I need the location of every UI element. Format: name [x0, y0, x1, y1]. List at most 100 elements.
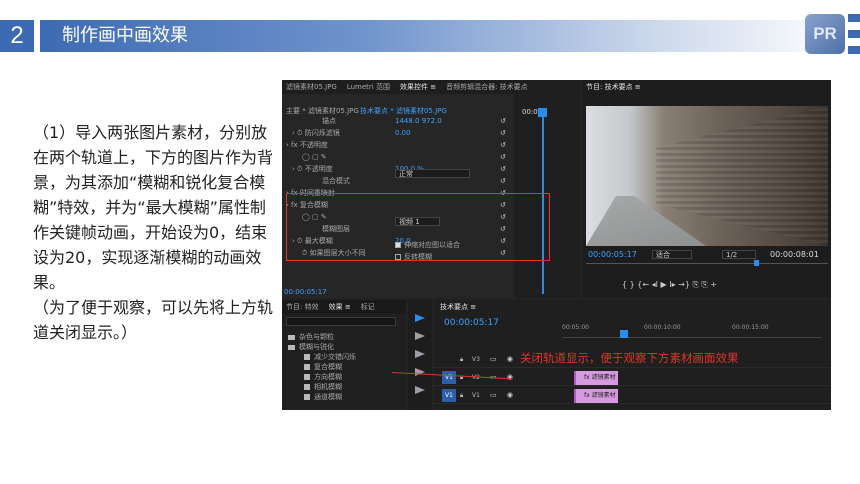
ec-footer-time: 00:00:05:17 [284, 288, 327, 296]
annotation-text: 关闭轨道显示，便于观察下方素材画面效果 [520, 351, 739, 365]
effect-controls-tabs: 滤镜素材05.JPG Lumetri 范围 效果控件 ≡ 音频剪辑混合器: 技术… [282, 80, 580, 94]
ec-sequence-clip[interactable]: 技术要点 * 滤镜素材05.JPG [360, 106, 447, 116]
program-duration: 00:00:08:01 [770, 250, 819, 259]
tab-effects[interactable]: 效果 ≡ [329, 302, 351, 312]
description-text: （1）导入两张图片素材，分别放在两个轨道上，下方的图片作为背景，为其添加“模糊和… [33, 120, 273, 345]
program-scale-dropdown[interactable]: 1/2 [722, 250, 756, 259]
tab-audio-mixer[interactable]: 音频剪辑混合器: 技术要点 [446, 82, 528, 92]
folder-icon [288, 334, 295, 340]
ec-row[interactable]: ◯ ▢ ✎ ↺ [282, 152, 512, 162]
track-name: V3 [472, 356, 480, 363]
playback-controls[interactable]: { } {← ◂I ▶ I▸ →} ⎘ ⎘ + [622, 280, 717, 290]
ec-row[interactable]: 锚点 1448.0 972.0 ↺ [282, 116, 512, 126]
effects-panel-tabs: 节目: 特效 效果 ≡ 标记 [282, 300, 406, 314]
reset-icon[interactable]: ↺ [500, 117, 506, 125]
effects-item[interactable]: 相机模糊 [304, 382, 342, 392]
reset-icon[interactable]: ↺ [500, 153, 506, 161]
ruler-mark: 00:00:10:00 [644, 324, 681, 331]
program-playhead[interactable] [754, 260, 759, 266]
effects-item-label: 方向模糊 [314, 373, 342, 381]
effects-item-label: 减少交错闪烁 [314, 353, 356, 361]
ec-row-label: › fx 不透明度 [286, 141, 328, 149]
tab-lumetri[interactable]: Lumetri 范围 [347, 82, 390, 92]
premiere-screenshot: 滤镜素材05.JPG Lumetri 范围 效果控件 ≡ 音频剪辑混合器: 技术… [282, 80, 831, 410]
lock-icon[interactable]: 🔒︎ [460, 356, 463, 364]
reset-icon[interactable]: ↺ [500, 177, 506, 185]
ec-header: 主要 * 滤镜素材05.JPG 技术要点 * 滤镜素材05.JPG [282, 106, 512, 116]
effects-item-label: 复合模糊 [314, 363, 342, 371]
ec-row[interactable]: › ⏱ 防闪烁滤镜 0.00 ↺ [282, 128, 512, 138]
effects-item-label: 模糊与锐化 [299, 343, 334, 351]
effects-item-label: 通道模糊 [314, 393, 342, 401]
track-toggle-icons[interactable]: ▭ ◉ [490, 391, 517, 399]
source-patch[interactable]: V1 [442, 389, 456, 402]
ruler-mark: 00:05:00 [562, 324, 589, 331]
program-current-time[interactable]: 00:00:05:17 [588, 250, 637, 259]
timeline-clip[interactable]: fx 滤镜素材05.JPG [574, 371, 618, 395]
source-patch[interactable]: V1 [442, 371, 456, 384]
effect-icon [304, 374, 310, 380]
premiere-logo: PR [805, 14, 845, 54]
effects-folder[interactable]: 杂色与颗粒 [288, 332, 334, 342]
program-monitor: 节目: 技术要点 ≡ 00:00:05:17 适合 1/2 00:00:08:0… [582, 80, 831, 298]
ec-row-value[interactable]: 0.00 [395, 129, 411, 137]
effect-icon [304, 364, 310, 370]
effect-icon [304, 354, 310, 360]
tab-source[interactable]: 滤镜素材05.JPG [286, 82, 337, 92]
program-fit-dropdown[interactable]: 适合 [652, 250, 692, 259]
description-paragraph-1: （1）导入两张图片素材，分别放在两个轨道上，下方的图片作为背景，为其添加“模糊和… [33, 123, 274, 292]
program-video-frame [586, 106, 828, 246]
lock-icon[interactable]: 🔒︎ [460, 392, 463, 400]
slide-number: 2 [0, 20, 34, 52]
blend-mode-dropdown[interactable]: 正常 [395, 169, 470, 178]
tools-panel [408, 300, 432, 410]
ec-row-value[interactable]: 1448.0 972.0 [395, 117, 442, 125]
ec-row-label: 锚点 [322, 117, 336, 125]
folder-icon [288, 344, 295, 350]
selection-tool-icon[interactable] [415, 314, 425, 322]
track-select-tool-icon[interactable] [415, 332, 425, 340]
timeline-timecode[interactable]: 00:00:05:17 [444, 318, 499, 328]
tab-project[interactable]: 节目: 特效 [286, 302, 319, 312]
effects-folder[interactable]: 模糊与锐化 [288, 342, 334, 352]
ec-row-label: › ⏱ 防闪烁滤镜 [292, 129, 340, 137]
reset-icon[interactable]: ↺ [500, 165, 506, 173]
effects-search-input[interactable] [286, 317, 396, 326]
effects-item-label: 杂色与颗粒 [299, 333, 334, 341]
effects-item[interactable]: 方向模糊 [304, 372, 342, 382]
ruler-mark: 00:00:15:00 [732, 324, 769, 331]
reset-icon[interactable]: ↺ [500, 141, 506, 149]
timeline-title[interactable]: 技术要点 ≡ [440, 302, 476, 312]
decorative-stripes [848, 14, 860, 54]
razor-tool-icon[interactable] [415, 368, 425, 376]
ec-row-label: › ⏱ 不透明度 [292, 165, 333, 173]
effect-icon [304, 384, 310, 390]
slide-title: 制作画中画效果 [62, 25, 188, 46]
ec-master-clip[interactable]: 主要 * 滤镜素材05.JPG [286, 106, 359, 116]
tab-markers[interactable]: 标记 [361, 302, 375, 312]
program-title[interactable]: 节目: 技术要点 ≡ [586, 80, 641, 94]
ec-row[interactable]: › fx 不透明度 ↺ [282, 140, 512, 150]
timeline-playhead[interactable] [620, 330, 628, 338]
effects-item-label: 相机模糊 [314, 383, 342, 391]
title-bar: 制作画中画效果 [40, 20, 845, 52]
reset-icon[interactable]: ↺ [500, 129, 506, 137]
timeline-clip[interactable]: fx 滤镜素材05.JPG [574, 389, 618, 410]
effect-icon [304, 394, 310, 400]
track-toggle-icons[interactable]: ▭ ◉ [490, 355, 517, 363]
pen-tool-icon[interactable] [415, 386, 425, 394]
ripple-tool-icon[interactable] [415, 350, 425, 358]
description-paragraph-2: （为了便于观察，可以先将上方轨道关闭显示。） [33, 298, 274, 342]
ec-row-label: 混合模式 [322, 177, 350, 185]
video-wall [656, 106, 828, 246]
effect-controls-panel: 滤镜素材05.JPG Lumetri 范围 效果控件 ≡ 音频剪辑混合器: 技术… [282, 80, 580, 298]
program-ruler[interactable] [586, 260, 828, 269]
effects-item[interactable]: 复合模糊 [304, 362, 342, 372]
video-track[interactable]: V1 🔒︎ V1 ▭ ◉ fx 滤镜素材05.JPG [434, 388, 831, 410]
effects-item[interactable]: 减少交错闪烁 [304, 352, 356, 362]
tab-effect-controls[interactable]: 效果控件 ≡ [400, 82, 436, 92]
highlight-blur-effect [286, 193, 550, 261]
effects-item[interactable]: 通道模糊 [304, 392, 342, 402]
timeline-ruler[interactable]: 00:05:00 00:00:10:00 00:00:15:00 [562, 324, 822, 338]
effects-panel: 节目: 特效 效果 ≡ 标记 杂色与颗粒模糊与锐化减少交错闪烁 复合模糊方向模糊相… [282, 300, 406, 410]
